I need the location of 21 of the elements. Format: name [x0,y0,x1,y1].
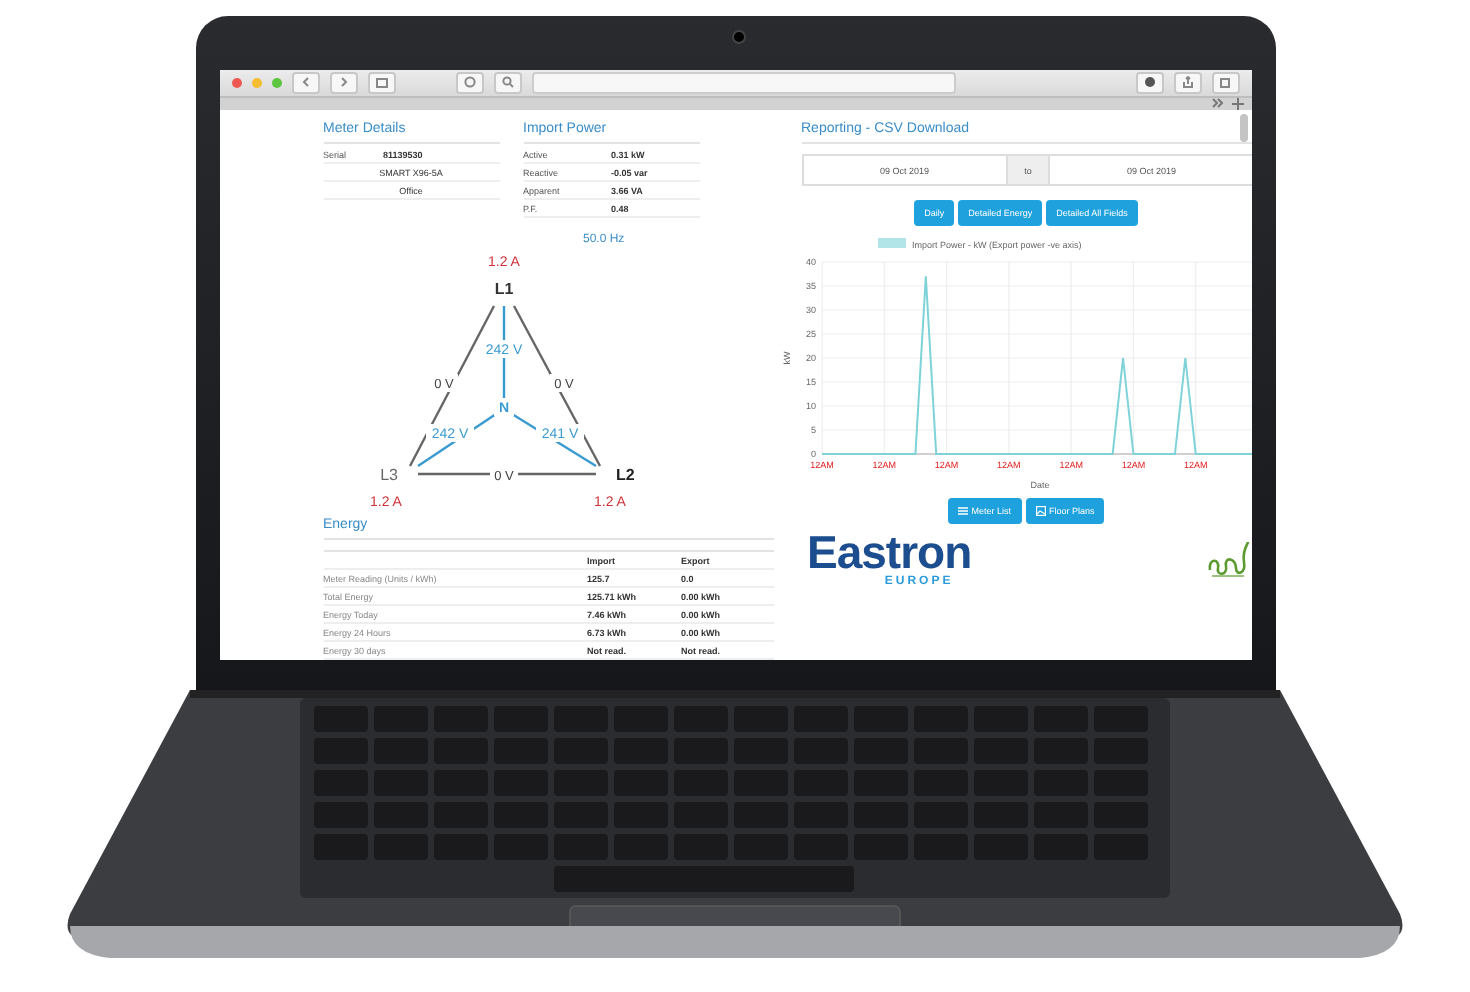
address-field[interactable] [531,71,955,94]
phase-label: L3 [379,466,397,484]
sidebar-icon[interactable] [367,71,395,94]
tabs-icon[interactable] [1211,71,1239,94]
neutral-line [416,413,496,467]
chevrons-icon[interactable] [1211,98,1223,109]
back-icon[interactable] [291,71,319,94]
list-icon [957,506,968,516]
phase-label: L2 [615,466,634,484]
maximize-icon[interactable] [271,77,281,88]
phase-label: L1 [493,280,513,298]
scrollbar-thumb[interactable] [1239,114,1247,142]
add-tab-icon[interactable] [1231,97,1243,110]
neutral-line [510,412,596,468]
share-icon[interactable] [1173,71,1201,94]
image-icon [1035,506,1045,516]
close-icon[interactable] [231,77,241,88]
forward-icon[interactable] [329,71,357,94]
search-icon[interactable] [493,71,521,94]
camera-icon [731,30,745,44]
neutral-line [501,306,505,398]
